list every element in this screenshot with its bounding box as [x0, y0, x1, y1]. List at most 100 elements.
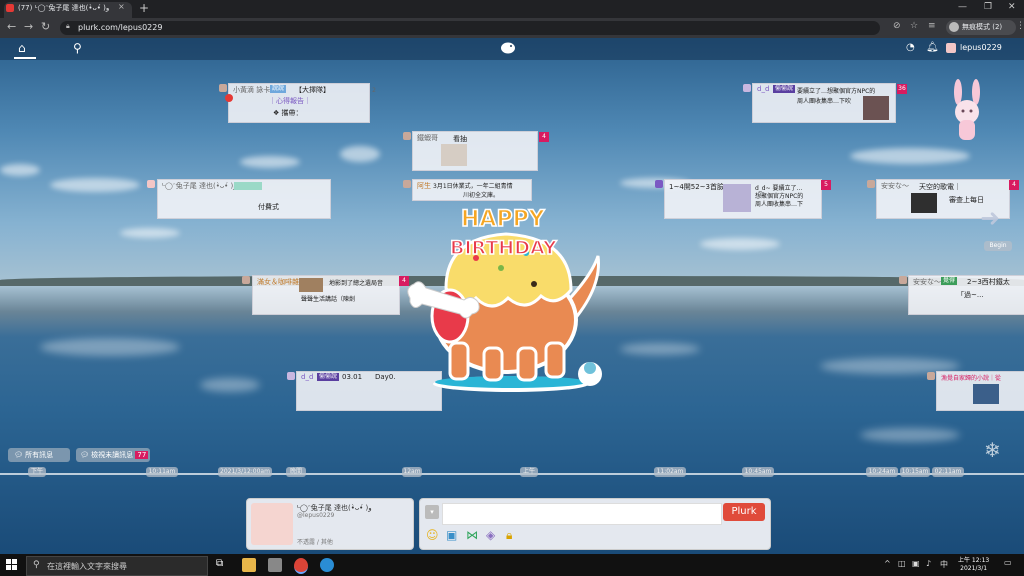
url-text[interactable]: plurk.com/lepus0229	[78, 23, 162, 32]
karma-icon[interactable]: ◔	[906, 42, 915, 53]
notification-center-icon[interactable]: ▭	[1004, 558, 1012, 567]
store-icon[interactable]	[268, 558, 282, 572]
author-avatar[interactable]	[899, 276, 907, 284]
tray-ime-icon[interactable]: 中	[940, 559, 948, 570]
tray-chevron-icon[interactable]: ^	[884, 559, 891, 568]
author-avatar[interactable]	[867, 180, 875, 188]
plurk-card[interactable]: 滿女＆咖啡雜 地影到了總之遺局音 聲聲生活講話（陳劍 4	[252, 275, 409, 315]
lock-privacy-icon[interactable]: 🔒︎	[506, 528, 512, 543]
unread-plurks-filter[interactable]: 💬︎ 檢視未讀訊息 77	[76, 448, 150, 462]
lock-icon[interactable]: 🔒︎	[66, 22, 70, 31]
plurk-author[interactable]: ᒡ◯ᵔ兔子尾 達也(•̀ᴗ•́ )و	[162, 181, 237, 191]
plurk-author[interactable]: d_d	[301, 373, 313, 381]
plurk-logo-icon[interactable]	[500, 40, 516, 57]
bookmark-star-icon[interactable]: ☆	[910, 21, 918, 31]
notification-bell-icon[interactable]: 🔔︎	[926, 42, 939, 53]
plurk-input[interactable]	[442, 503, 722, 525]
timeline-tick[interactable]: 02:11am	[932, 467, 964, 477]
plurk-card[interactable]: 漁覺自家歸的小說｜從	[936, 371, 1024, 411]
author-avatar[interactable]	[927, 372, 935, 380]
timeline-tick[interactable]: 晚間	[286, 467, 306, 477]
incognito-profile-button[interactable]: 無痕模式 (2)	[946, 20, 1016, 35]
plurk-author[interactable]: 安安な～	[881, 181, 909, 191]
url-bar[interactable]	[60, 21, 880, 35]
author-avatar[interactable]	[403, 132, 411, 140]
close-window-button[interactable]: ✕	[1008, 2, 1016, 12]
author-avatar[interactable]	[403, 180, 411, 188]
windows-start-icon[interactable]	[6, 559, 18, 571]
minimize-button[interactable]: —	[958, 2, 967, 12]
plurk-card[interactable]: 安安な～ 覺得 2~3西村鐵太 「過~...	[908, 275, 1024, 315]
search-icon[interactable]: ⚲	[73, 41, 82, 55]
qualifier-select[interactable]: ▾	[425, 505, 439, 519]
profile-avatar[interactable]	[251, 503, 293, 545]
share-icon[interactable]: ⋈	[466, 528, 478, 542]
task-view-icon[interactable]: ⧉	[216, 558, 230, 572]
plurk-submit-button[interactable]: Plurk	[723, 503, 765, 521]
timeline-tick[interactable]: 10:11am	[146, 467, 178, 477]
plurk-image[interactable]	[441, 144, 467, 166]
edge-icon[interactable]	[320, 558, 334, 572]
response-count[interactable]: 2	[369, 86, 379, 96]
plurk-card[interactable]: 1~4開52~3首臉 d_d~ 要續立了… 想聚個官方NPC的 周人團收集串…下…	[664, 179, 831, 219]
more-menu-icon[interactable]: ⋮	[1016, 21, 1024, 31]
plurk-card[interactable]: 小黃滴 詠卡 說說 【大擇隊】 ｜心得報告｜ ❖ 攜帶： 2	[228, 83, 376, 123]
timeline-tick[interactable]: 下午	[28, 467, 46, 477]
file-explorer-icon[interactable]	[242, 558, 256, 572]
plurk-image[interactable]	[973, 384, 999, 404]
timeline-tick[interactable]: 11:02am	[654, 467, 686, 477]
response-count[interactable]: 4	[539, 132, 549, 142]
author-avatar[interactable]	[743, 84, 751, 92]
timeline-tick[interactable]: 上午	[520, 467, 538, 477]
tray-network-icon[interactable]: ◫	[898, 559, 906, 568]
plurk-author[interactable]: 安安な～	[913, 277, 941, 287]
author-avatar[interactable]	[655, 180, 663, 188]
taskbar-clock[interactable]: 上午 12:13 2021/3/1	[958, 557, 989, 573]
plurk-image[interactable]	[299, 278, 323, 292]
plurk-card[interactable]: 鐵蝦哥 看抽 4	[412, 131, 549, 171]
tab-close-icon[interactable]: ×	[118, 2, 125, 11]
timeline-tick[interactable]: 10:45am	[742, 467, 774, 477]
author-avatar[interactable]	[219, 84, 227, 92]
response-count[interactable]: 4	[1009, 180, 1019, 190]
tray-app-icon[interactable]: ▣	[912, 559, 920, 568]
author-avatar[interactable]	[242, 276, 250, 284]
nav-username[interactable]: lepus0229	[960, 43, 1002, 52]
plurk-author[interactable]: 鐵蝦哥	[417, 133, 438, 143]
timeline-tick[interactable]: 12am	[402, 467, 422, 477]
new-tab-button[interactable]: +	[139, 1, 149, 15]
maximize-button[interactable]: ❐	[984, 2, 992, 12]
tray-volume-icon[interactable]: ♪	[926, 559, 931, 568]
back-arrow-icon[interactable]: ←	[7, 20, 16, 33]
home-icon[interactable]: ⌂	[18, 41, 26, 55]
response-count[interactable]: 5	[821, 180, 831, 190]
reload-icon[interactable]: ↻	[41, 20, 50, 33]
user-avatar[interactable]	[946, 43, 956, 53]
author-avatar[interactable]	[287, 372, 295, 380]
plurk-author[interactable]: 滿女＆咖啡雜	[257, 277, 299, 287]
all-plurks-filter[interactable]: 💬︎ 所有訊息	[8, 448, 70, 462]
timeline-tick[interactable]: 10:15am	[900, 467, 930, 477]
plurk-author[interactable]: 小黃滴 詠卡	[233, 85, 270, 95]
response-count[interactable]: 36	[897, 84, 907, 94]
chrome-icon[interactable]	[294, 558, 308, 574]
plurk-image[interactable]	[911, 193, 937, 213]
plurk-author[interactable]: d_d	[757, 85, 769, 93]
snowflake-icon[interactable]: ❄	[984, 438, 1001, 462]
forward-arrow-icon[interactable]: →	[24, 20, 33, 33]
reading-list-icon[interactable]: ≡	[928, 21, 936, 31]
plurk-card[interactable]: d_d 偷偷說 要續立了…想聚個官方NPC的 周人團收集串…下吹 36	[752, 83, 907, 123]
timeline-tick[interactable]: 10:24am	[866, 467, 898, 477]
plurk-author[interactable]: 阿生	[417, 181, 431, 191]
taskbar-search-box[interactable]: ⚲ 在這裡輸入文字來搜尋	[26, 556, 208, 576]
begin-button[interactable]: Begin	[984, 241, 1012, 251]
mask-icon[interactable]: ◈	[486, 528, 495, 542]
timeline-tick[interactable]: 2021/3/12:00am	[218, 467, 272, 477]
incognito-eye-icon[interactable]: ⊘	[893, 21, 901, 31]
plurk-image[interactable]	[863, 96, 889, 120]
author-avatar[interactable]	[147, 180, 155, 188]
plurk-card[interactable]: ᒡ◯ᵔ兔子尾 達也(•̀ᴗ•́ )و 付費式	[157, 179, 331, 219]
emoticon-icon[interactable]: ☺	[426, 528, 439, 542]
plurk-image[interactable]	[723, 184, 751, 212]
next-arrow-icon[interactable]: ➜	[980, 204, 1000, 232]
